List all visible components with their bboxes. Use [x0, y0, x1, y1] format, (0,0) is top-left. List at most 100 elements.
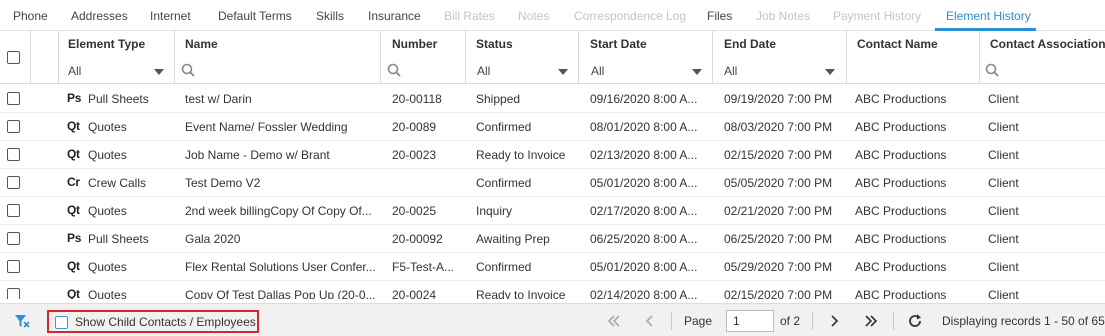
tab-bill-rates: Bill Rates — [444, 9, 495, 23]
cell-contact-association: Client — [988, 120, 1019, 134]
element-type-filter[interactable]: All — [68, 62, 168, 80]
header-contact-name[interactable]: Contact Name — [857, 37, 938, 51]
table-row[interactable]: Ps Pull Sheets Gala 2020 20-00092 Awaiti… — [0, 225, 1105, 253]
table-row[interactable]: Qt Quotes Job Name - Demo w/ Brant 20-00… — [0, 141, 1105, 169]
column-divider — [979, 31, 980, 84]
cell-start-date: 02/14/2020 8:00 A... — [590, 288, 698, 299]
tab-phone[interactable]: Phone — [13, 9, 48, 23]
previous-page-icon[interactable] — [641, 312, 659, 330]
tab-job-notes: Job Notes — [756, 9, 811, 23]
pull-sheets-icon: Ps — [67, 231, 82, 245]
next-page-icon[interactable] — [825, 312, 843, 330]
cell-start-date: 02/17/2020 8:00 A... — [590, 204, 698, 218]
cell-status: Confirmed — [476, 176, 532, 190]
cell-end-date: 08/03/2020 7:00 PM — [724, 120, 833, 134]
header-end-date[interactable]: End Date — [724, 37, 776, 51]
element-history-grid: Element Type Name Number Status Start Da… — [0, 31, 1105, 299]
table-row[interactable]: Ps Pull Sheets test w/ Darin 20-00118 Sh… — [0, 85, 1105, 113]
row-checkbox[interactable] — [7, 176, 20, 189]
chevron-down-icon — [154, 69, 164, 75]
table-row[interactable]: Qt Quotes Copy Of Test Dallas Pop Up (20… — [0, 281, 1105, 299]
search-icon[interactable] — [387, 63, 401, 77]
chevron-down-icon — [558, 69, 568, 75]
cell-element-type: Quotes — [88, 288, 127, 299]
end-date-filter[interactable]: All — [724, 62, 839, 80]
tab-files[interactable]: Files — [707, 9, 732, 23]
quotes-icon: Qt — [67, 203, 80, 217]
cell-status: Ready to Invoice — [476, 288, 566, 299]
cell-number: 20-0024 — [392, 288, 437, 299]
grid-filter-row: All All All All — [0, 57, 1105, 84]
quotes-icon: Qt — [67, 287, 80, 299]
tab-default-terms[interactable]: Default Terms — [218, 9, 292, 23]
clear-filter-icon[interactable] — [14, 313, 30, 329]
header-status[interactable]: Status — [476, 37, 513, 51]
show-child-contacts-checkbox[interactable] — [55, 316, 68, 329]
page-number-input[interactable] — [726, 310, 774, 332]
tab-insurance[interactable]: Insurance — [368, 9, 421, 23]
cell-end-date: 09/19/2020 7:00 PM — [724, 92, 833, 106]
refresh-icon[interactable] — [906, 312, 924, 330]
pager-separator — [812, 312, 813, 330]
tab-correspondence-log: Correspondence Log — [574, 9, 687, 23]
column-divider — [465, 31, 466, 84]
header-name[interactable]: Name — [185, 37, 218, 51]
cell-number: 20-00118 — [392, 92, 442, 106]
row-checkbox[interactable] — [7, 232, 20, 245]
row-checkbox[interactable] — [7, 204, 20, 217]
table-row[interactable]: Qt Quotes Event Name/ Fossler Wedding 20… — [0, 113, 1105, 141]
first-page-icon[interactable] — [605, 312, 623, 330]
tab-skills[interactable]: Skills — [316, 9, 344, 23]
cell-element-type: Quotes — [88, 260, 127, 274]
show-child-contacts-toggle[interactable]: Show Child Contacts / Employees — [47, 310, 259, 333]
cell-element-type: Quotes — [88, 204, 127, 218]
cell-element-type: Pull Sheets — [88, 92, 149, 106]
cell-contact-name: ABC Productions — [855, 176, 947, 190]
cell-name: test w/ Darin — [185, 92, 252, 106]
cell-status: Shipped — [476, 92, 521, 106]
status-filter[interactable]: All — [477, 62, 572, 80]
cell-contact-name: ABC Productions — [855, 232, 947, 246]
page-count: of 2 — [780, 314, 801, 328]
pull-sheets-icon: Ps — [67, 91, 82, 105]
cell-number: F5-Test-A... — [392, 260, 455, 274]
search-icon[interactable] — [181, 63, 195, 77]
cell-element-type: Quotes — [88, 148, 127, 162]
header-contact-association[interactable]: Contact Association — [990, 37, 1105, 51]
cell-contact-name: ABC Productions — [855, 288, 947, 299]
row-checkbox[interactable] — [7, 148, 20, 161]
table-row[interactable]: Qt Quotes 2nd week billingCopy Of Copy O… — [0, 197, 1105, 225]
search-icon[interactable] — [985, 63, 999, 77]
row-checkbox[interactable] — [7, 92, 20, 105]
row-checkbox[interactable] — [7, 288, 20, 299]
tab-notes: Notes — [518, 9, 550, 23]
table-row[interactable]: Qt Quotes Flex Rental Solutions User Con… — [0, 253, 1105, 281]
records-summary: Displaying records 1 - 50 of 65 — [942, 314, 1105, 328]
start-date-filter[interactable]: All — [591, 62, 706, 80]
cell-name: Event Name/ Fossler Wedding — [185, 120, 348, 134]
cell-status: Confirmed — [476, 260, 532, 274]
cell-contact-name: ABC Productions — [855, 148, 947, 162]
cell-status: Awaiting Prep — [476, 232, 550, 246]
column-divider — [30, 31, 31, 84]
cell-name: Flex Rental Solutions User Confer... — [185, 260, 376, 274]
row-checkbox[interactable] — [7, 260, 20, 273]
table-row[interactable]: Cr Crew Calls Test Demo V2 Confirmed 05/… — [0, 169, 1105, 197]
header-element-type[interactable]: Element Type — [68, 37, 145, 51]
tab-addresses[interactable]: Addresses — [71, 9, 128, 23]
chevron-down-icon — [692, 69, 702, 75]
cell-contact-association: Client — [988, 148, 1019, 162]
chevron-down-icon — [825, 69, 835, 75]
header-start-date[interactable]: Start Date — [590, 37, 647, 51]
tab-element-history[interactable]: Element History — [946, 9, 1031, 23]
header-number[interactable]: Number — [392, 37, 437, 51]
cell-end-date: 06/25/2020 7:00 PM — [724, 232, 833, 246]
tab-internet[interactable]: Internet — [150, 9, 191, 23]
cell-name: Copy Of Test Dallas Pop Up (20-0... — [185, 288, 376, 299]
cell-end-date: 05/29/2020 7:00 PM — [724, 260, 833, 274]
last-page-icon[interactable] — [862, 312, 880, 330]
cell-contact-name: ABC Productions — [855, 120, 947, 134]
cell-status: Ready to Invoice — [476, 148, 566, 162]
cell-end-date: 02/15/2020 7:00 PM — [724, 288, 833, 299]
row-checkbox[interactable] — [7, 120, 20, 133]
